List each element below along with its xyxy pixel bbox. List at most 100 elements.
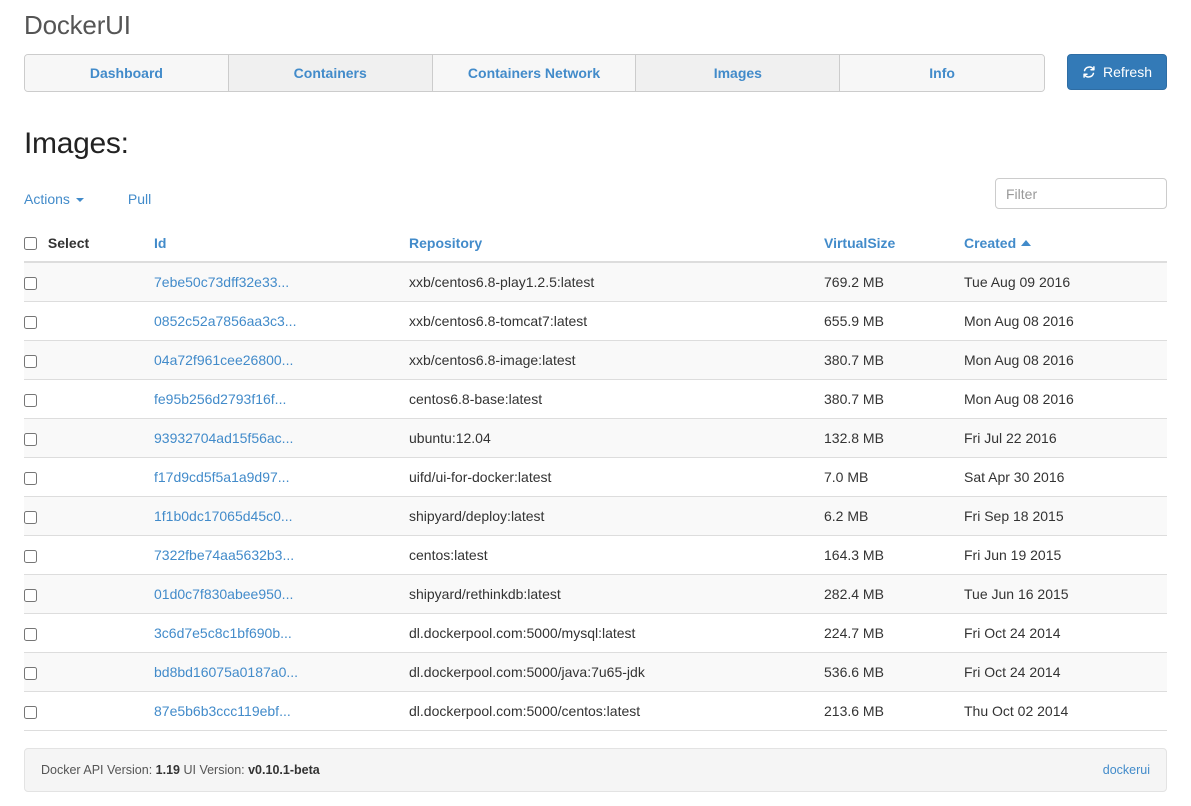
image-id-link[interactable]: 7322fbe74aa5632b3... [154, 547, 294, 563]
cell-id: f17d9cd5f5a1a9d97... [154, 457, 409, 498]
row-select-checkbox[interactable] [24, 394, 37, 408]
image-id-link[interactable]: 01d0c7f830abee950... [154, 586, 293, 602]
cell-virtualsize: 655.9 MB [824, 301, 964, 342]
cell-virtualsize: 7.0 MB [824, 457, 964, 498]
row-select-checkbox[interactable] [24, 667, 37, 681]
api-version-label: Docker API Version: [41, 763, 153, 777]
images-table-head: Select Id Repository VirtualSize Created [24, 234, 1167, 264]
cell-created: Thu Oct 02 2014 [964, 691, 1167, 732]
row-select-cell [24, 418, 154, 459]
cell-id: 87e5b6b3ccc119ebf... [154, 691, 409, 732]
table-row: 1f1b0dc17065d45c0... shipyard/deploy:late… [24, 496, 1167, 537]
cell-virtualsize: 224.7 MB [824, 613, 964, 654]
cell-created: Fri Oct 24 2014 [964, 652, 1167, 693]
row-select-cell [24, 496, 154, 537]
refresh-icon [1082, 65, 1096, 79]
row-select-cell [24, 262, 154, 303]
caret-up-icon [1021, 240, 1032, 247]
image-id-link[interactable]: f17d9cd5f5a1a9d97... [154, 469, 289, 485]
table-row: 93932704ad15f56ac... ubuntu:12.04 132.8 MB… [24, 418, 1167, 459]
table-row: f17d9cd5f5a1a9d97... uifd/ui-for-docker:l… [24, 457, 1167, 498]
cell-virtualsize: 536.6 MB [824, 652, 964, 693]
select-all-label: Select [47, 235, 90, 252]
image-id-link[interactable]: 93932704ad15f56ac... [154, 430, 293, 446]
row-select-checkbox[interactable] [24, 550, 37, 564]
column-header-id[interactable]: Id [154, 234, 409, 264]
image-id-link[interactable]: 04a72f961cee26800... [154, 352, 293, 368]
image-id-link[interactable]: 7ebe50c73dff32e33... [154, 274, 289, 290]
cell-created: Mon Aug 08 2016 [964, 340, 1167, 381]
column-header-repository[interactable]: Repository [409, 234, 824, 264]
footer-version-text: Docker API Version: 1.19 UI Version: v0.… [41, 763, 320, 777]
actions-dropdown[interactable]: Actions [24, 191, 84, 207]
column-header-created[interactable]: Created [964, 234, 1167, 264]
cell-id: 01d0c7f830abee950... [154, 574, 409, 615]
row-select-checkbox[interactable] [24, 433, 37, 447]
image-id-link[interactable]: 3c6d7e5c8c1bf690b... [154, 625, 292, 641]
cell-repository: dl.dockerpool.com:5000/java:7u65-jdk [409, 652, 824, 693]
tab-containers-network[interactable]: Containers Network [432, 55, 637, 91]
select-all-checkbox[interactable] [24, 236, 37, 250]
cell-id: 04a72f961cee26800... [154, 340, 409, 381]
row-select-checkbox[interactable] [24, 628, 37, 642]
cell-repository: dl.dockerpool.com:5000/mysql:latest [409, 613, 824, 654]
image-id-link[interactable]: fe95b256d2793f16f... [154, 391, 286, 407]
table-row: 87e5b6b3ccc119ebf... dl.dockerpool.com:50… [24, 691, 1167, 732]
tab-containers[interactable]: Containers [228, 55, 433, 91]
table-header-row: Select Id Repository VirtualSize Created [24, 234, 1167, 264]
row-select-cell [24, 652, 154, 693]
tab-dashboard[interactable]: Dashboard [25, 55, 229, 91]
cell-created: Fri Sep 18 2015 [964, 496, 1167, 537]
table-row: 3c6d7e5c8c1bf690b... dl.dockerpool.com:50… [24, 613, 1167, 654]
api-version-value: 1.19 [155, 763, 180, 777]
tab-images[interactable]: Images [636, 55, 841, 91]
images-table: Select Id Repository VirtualSize Created… [24, 234, 1167, 732]
row-select-checkbox[interactable] [24, 511, 37, 525]
column-header-virtualsize[interactable]: VirtualSize [824, 234, 964, 264]
image-id-link[interactable]: bd8bd16075a0187a0... [154, 664, 298, 680]
page-title: Images: [24, 127, 129, 160]
tab-info[interactable]: Info [840, 55, 1044, 91]
row-select-checkbox[interactable] [24, 277, 37, 291]
cell-repository: shipyard/deploy:latest [409, 496, 824, 537]
cell-repository: ubuntu:12.04 [409, 418, 824, 459]
row-select-checkbox[interactable] [24, 706, 37, 720]
actions-label: Actions [24, 191, 70, 207]
dockerui-link[interactable]: dockerui [1103, 763, 1150, 777]
row-select-cell [24, 340, 154, 381]
cell-id: 93932704ad15f56ac... [154, 418, 409, 459]
cell-repository: xxb/centos6.8-tomcat7:latest [409, 301, 824, 342]
row-select-checkbox[interactable] [24, 589, 37, 603]
images-table-body: 7ebe50c73dff32e33... xxb/centos6.8-play1.… [24, 262, 1167, 732]
cell-virtualsize: 164.3 MB [824, 535, 964, 576]
cell-created: Fri Jul 22 2016 [964, 418, 1167, 459]
cell-id: bd8bd16075a0187a0... [154, 652, 409, 693]
row-select-checkbox[interactable] [24, 355, 37, 369]
refresh-button[interactable]: Refresh [1066, 54, 1167, 90]
cell-repository: dl.dockerpool.com:5000/centos:latest [409, 691, 824, 732]
filter-input[interactable] [995, 178, 1167, 209]
cell-id: 3c6d7e5c8c1bf690b... [154, 613, 409, 654]
table-toolbar: Actions Pull [24, 178, 1167, 216]
app-root: DockerUI Dashboard Containers Containers… [0, 0, 1191, 806]
row-select-checkbox[interactable] [24, 316, 37, 330]
row-select-checkbox[interactable] [24, 472, 37, 486]
image-id-link[interactable]: 1f1b0dc17065d45c0... [154, 508, 293, 524]
pull-button[interactable]: Pull [128, 191, 151, 207]
ui-version-value: v0.10.1-beta [248, 763, 320, 777]
cell-virtualsize: 380.7 MB [824, 340, 964, 381]
navigation-bar: Dashboard Containers Containers Network … [24, 54, 1167, 94]
cell-virtualsize: 132.8 MB [824, 418, 964, 459]
row-select-cell [24, 613, 154, 654]
table-row: 04a72f961cee26800... xxb/centos6.8-image:… [24, 340, 1167, 381]
cell-id: 0852c52a7856aa3c3... [154, 301, 409, 342]
cell-repository: centos:latest [409, 535, 824, 576]
table-row: 0852c52a7856aa3c3... xxb/centos6.8-tomcat… [24, 301, 1167, 342]
cell-id: 1f1b0dc17065d45c0... [154, 496, 409, 537]
table-row: bd8bd16075a0187a0... dl.dockerpool.com:50… [24, 652, 1167, 693]
column-header-select: Select [24, 234, 154, 264]
image-id-link[interactable]: 0852c52a7856aa3c3... [154, 313, 296, 329]
cell-created: Fri Jun 19 2015 [964, 535, 1167, 576]
image-id-link[interactable]: 87e5b6b3ccc119ebf... [154, 703, 291, 719]
row-select-cell [24, 535, 154, 576]
